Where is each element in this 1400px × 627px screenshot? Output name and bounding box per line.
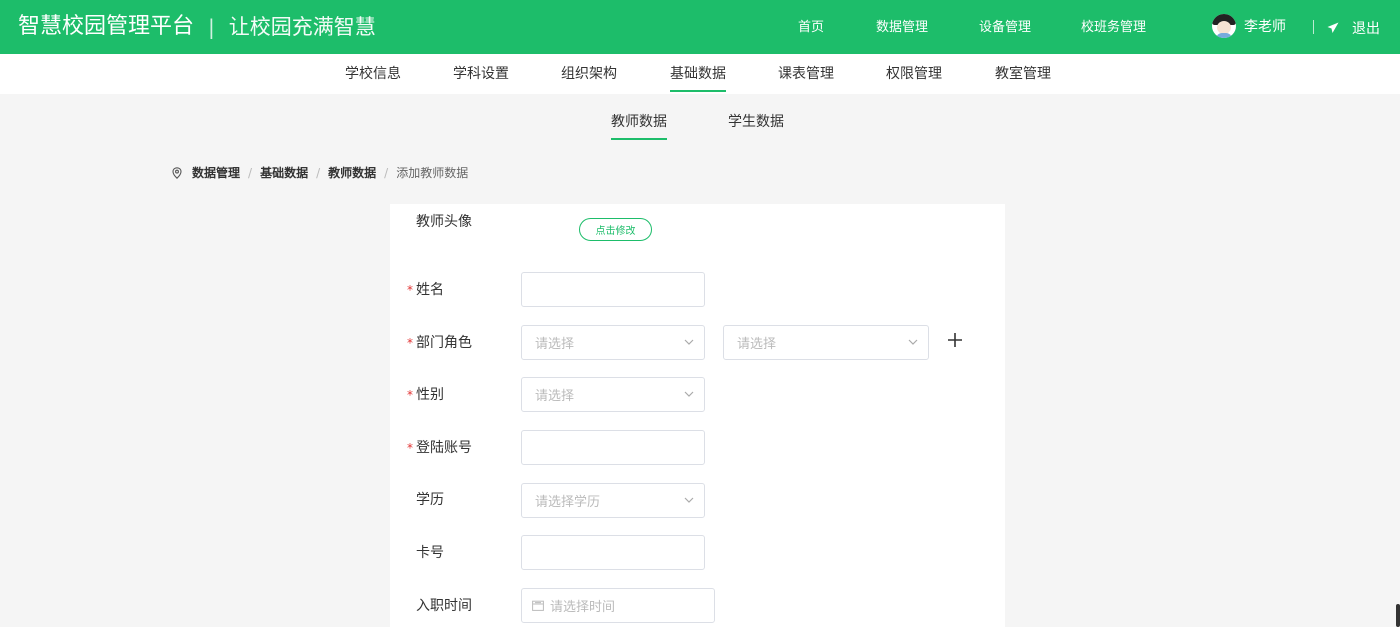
subnav-permissions[interactable]: 权限管理 bbox=[886, 65, 942, 83]
education-select[interactable]: 请选择学历 bbox=[521, 483, 705, 518]
required-mark: * bbox=[407, 441, 413, 455]
department-select[interactable]: 请选择 bbox=[521, 325, 705, 360]
hire-date-label: 入职时间 bbox=[416, 598, 472, 614]
breadcrumb: 数据管理 / 基础数据 / 教师数据 / 添加教师数据 bbox=[172, 165, 468, 181]
department-placeholder: 请选择 bbox=[535, 337, 575, 352]
scrollbar[interactable] bbox=[1396, 604, 1400, 627]
breadcrumb-basic-data[interactable]: 基础数据 bbox=[260, 165, 308, 181]
send-icon bbox=[1327, 22, 1339, 33]
subnav-basic-data[interactable]: 基础数据 bbox=[670, 65, 726, 92]
hire-date-picker[interactable]: 请选择时间 bbox=[521, 588, 715, 623]
brand: 智慧校园管理平台 | 让校园充满智慧 bbox=[18, 13, 376, 41]
subnav-school-info[interactable]: 学校信息 bbox=[345, 65, 401, 83]
name-label: * 姓名 bbox=[407, 282, 444, 298]
breadcrumb-data-management[interactable]: 数据管理 bbox=[192, 165, 240, 181]
chevron-down-icon bbox=[684, 497, 694, 503]
account-label: * 登陆账号 bbox=[407, 440, 472, 456]
logout-button[interactable]: 退出 bbox=[1327, 18, 1380, 38]
breadcrumb-separator: / bbox=[316, 166, 321, 180]
add-role-plus-icon[interactable] bbox=[946, 331, 964, 349]
app-title: 智慧校园管理平台 bbox=[18, 14, 195, 39]
tab-teacher-data[interactable]: 教师数据 bbox=[611, 113, 667, 140]
avatar bbox=[1212, 14, 1236, 38]
required-mark: * bbox=[407, 336, 413, 350]
required-mark: * bbox=[407, 388, 413, 402]
role-placeholder: 请选择 bbox=[737, 337, 777, 352]
education-placeholder: 请选择学历 bbox=[535, 495, 601, 510]
breadcrumb-separator: / bbox=[384, 166, 389, 180]
logout-label: 退出 bbox=[1352, 21, 1380, 37]
chevron-down-icon bbox=[684, 339, 694, 345]
subnav-timetable[interactable]: 课表管理 bbox=[778, 65, 834, 83]
subnav-classrooms[interactable]: 教室管理 bbox=[995, 65, 1051, 83]
top-nav-data-management[interactable]: 数据管理 bbox=[876, 18, 928, 38]
user-name: 李老师 bbox=[1244, 19, 1286, 35]
required-mark: * bbox=[407, 283, 413, 297]
change-avatar-button[interactable]: 点击修改 bbox=[579, 218, 652, 241]
name-field[interactable] bbox=[521, 272, 705, 307]
card-number-field[interactable] bbox=[521, 535, 705, 570]
breadcrumb-teacher-data[interactable]: 教师数据 bbox=[328, 165, 376, 181]
account-input[interactable] bbox=[535, 431, 704, 464]
header-divider bbox=[1313, 20, 1314, 34]
top-nav-class-affairs[interactable]: 校班务管理 bbox=[1081, 18, 1146, 38]
calendar-icon bbox=[532, 600, 544, 611]
tab-student-data[interactable]: 学生数据 bbox=[728, 113, 784, 131]
chevron-down-icon bbox=[684, 391, 694, 397]
chevron-down-icon bbox=[908, 339, 918, 345]
location-pin-icon bbox=[172, 167, 182, 179]
account-field[interactable] bbox=[521, 430, 705, 465]
name-input[interactable] bbox=[535, 273, 704, 306]
role-select[interactable]: 请选择 bbox=[723, 325, 929, 360]
gender-select[interactable]: 请选择 bbox=[521, 377, 705, 412]
top-nav-home[interactable]: 首页 bbox=[798, 18, 824, 38]
card-number-label: 卡号 bbox=[416, 545, 444, 561]
education-label: 学历 bbox=[416, 492, 444, 508]
top-nav-device-management[interactable]: 设备管理 bbox=[979, 18, 1031, 38]
user-menu[interactable]: 李老师 bbox=[1212, 14, 1286, 38]
app-slogan: 让校园充满智慧 bbox=[228, 15, 376, 39]
breadcrumb-add-teacher: 添加教师数据 bbox=[396, 166, 469, 180]
avatar-label: 教师头像 bbox=[416, 214, 472, 230]
breadcrumb-separator: / bbox=[248, 166, 253, 180]
subnav-subject-settings[interactable]: 学科设置 bbox=[453, 65, 509, 83]
card-number-input[interactable] bbox=[535, 536, 704, 569]
subnav-organization[interactable]: 组织架构 bbox=[561, 65, 617, 83]
top-bar: 智慧校园管理平台 | 让校园充满智慧 首页 数据管理 设备管理 校班务管理 李老… bbox=[0, 0, 1400, 54]
dept-role-label: * 部门角色 bbox=[407, 335, 472, 351]
sub-nav: 学校信息 学科设置 组织架构 基础数据 课表管理 权限管理 教室管理 bbox=[0, 54, 1400, 94]
hire-date-placeholder: 请选择时间 bbox=[550, 600, 616, 615]
gender-label: * 性别 bbox=[407, 387, 444, 403]
title-separator: | bbox=[208, 15, 215, 39]
gender-placeholder: 请选择 bbox=[535, 389, 575, 404]
